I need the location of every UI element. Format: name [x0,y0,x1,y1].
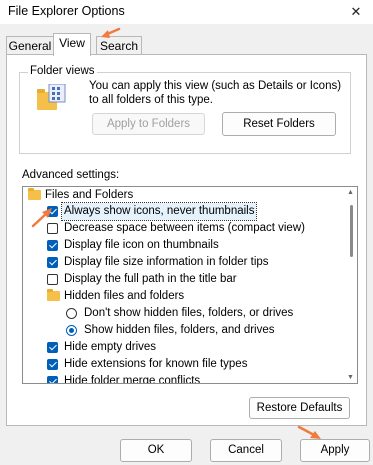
restore-defaults-button[interactable]: Restore Defaults [249,397,350,419]
radio-selected[interactable] [66,325,77,336]
scroll-up-arrow-icon[interactable]: ▲ [347,189,354,196]
window-title: File Explorer Options [8,4,125,18]
title-bar: File Explorer Options ✕ [0,0,373,24]
folder-icon [47,289,60,301]
reset-folders-button[interactable]: Reset Folders [222,112,336,136]
close-icon[interactable]: ✕ [345,3,367,21]
advanced-settings-tree[interactable]: Files and Folders Always show icons, nev… [22,186,358,384]
folder-views-description: You can apply this view (such as Details… [89,80,342,106]
scroll-down-arrow-icon[interactable]: ▼ [347,374,354,381]
radio-unselected[interactable] [66,308,77,319]
checkbox-checked[interactable] [47,240,58,251]
checkbox-checked[interactable] [47,342,58,353]
checkbox-unchecked[interactable] [47,274,58,285]
apply-button[interactable]: Apply [300,439,370,462]
apply-to-folders-button[interactable]: Apply to Folders [92,113,205,135]
tab-general[interactable]: General [6,36,54,55]
ok-button[interactable]: OK [120,439,192,462]
checkbox-checked[interactable] [47,206,58,217]
cancel-button[interactable]: Cancel [210,439,282,462]
scrollbar-thumb[interactable] [350,205,353,257]
tab-view[interactable]: View [53,33,91,56]
folder-view-icon [37,84,66,110]
checkbox-unchecked[interactable] [47,223,58,234]
checkbox-checked[interactable] [47,376,58,383]
tab-search[interactable]: Search [96,36,142,55]
checkbox-checked[interactable] [47,359,58,370]
advanced-settings-label: Advanced settings: [22,169,120,181]
checkbox-checked[interactable] [47,257,58,268]
folder-views-label: Folder views [28,65,97,77]
tree-scrollbar[interactable]: ▲ ▼ [345,187,357,383]
folder-icon [28,188,41,200]
